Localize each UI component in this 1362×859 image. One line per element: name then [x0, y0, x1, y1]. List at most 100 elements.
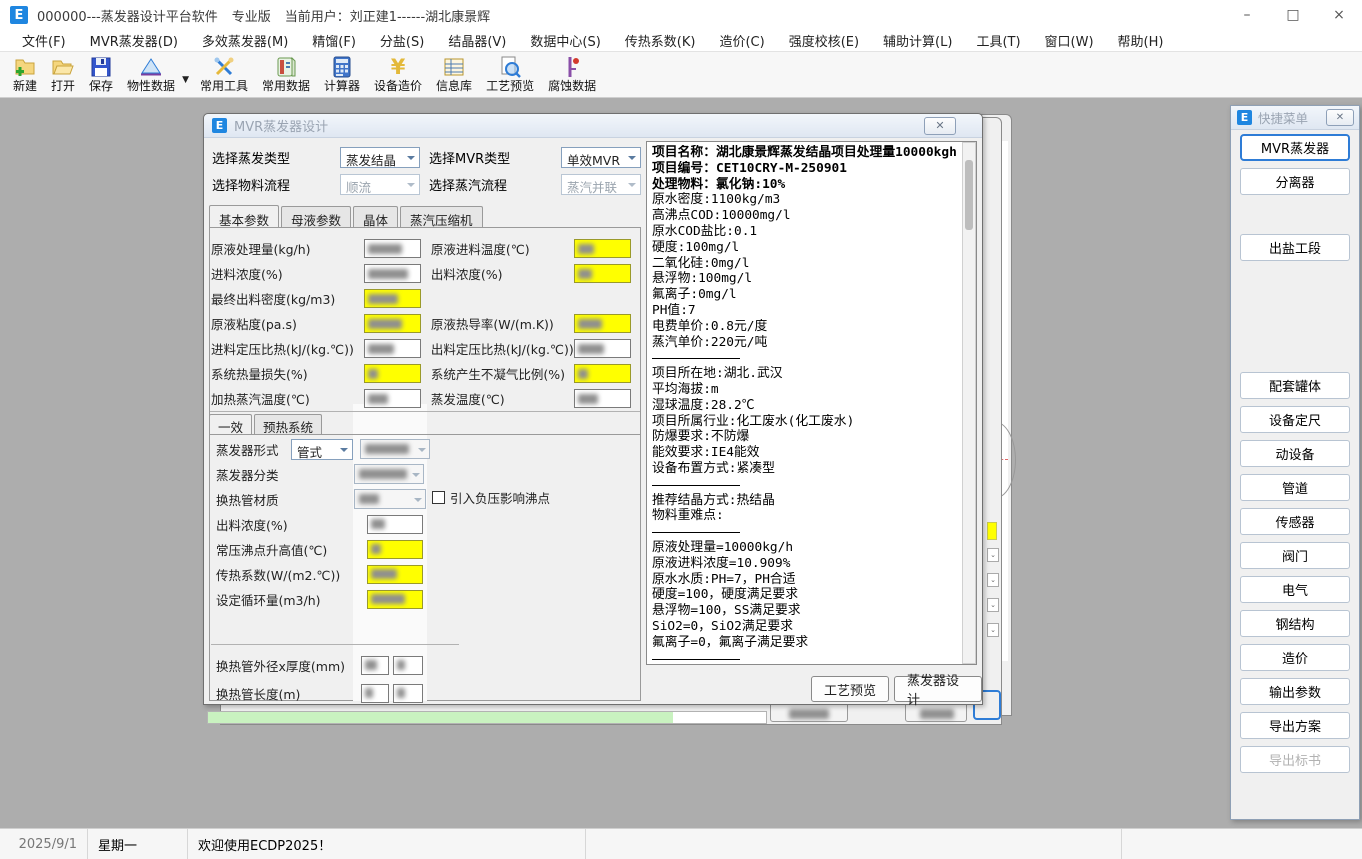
info-library-button[interactable]: 信息库 [429, 53, 479, 97]
param-input[interactable] [574, 314, 631, 333]
effect-tab[interactable]: 一效 [209, 414, 252, 434]
dialog-tab[interactable]: 晶体 [353, 206, 398, 228]
toolbar-label: 计算器 [324, 79, 360, 94]
quick-menu-title-bar[interactable]: E 快捷菜单 ✕ [1231, 106, 1359, 130]
info-line: 原水COD盐比:0.1 [652, 224, 974, 240]
open-button[interactable]: 打开 [44, 53, 82, 97]
quick-menu-button[interactable]: 钢结构 [1240, 610, 1350, 637]
param-input[interactable] [364, 339, 421, 358]
param-row: 最终出料密度(kg/m3) [211, 286, 421, 311]
steam-flow-select[interactable]: 蒸汽并联 [561, 174, 641, 195]
menu-item[interactable]: 结晶器(V) [436, 31, 518, 50]
maximize-button[interactable]: □ [1270, 7, 1316, 23]
new-button[interactable]: 新建 [6, 53, 44, 97]
tube-length-input-1[interactable] [361, 684, 389, 703]
param-input[interactable] [364, 389, 421, 408]
quick-menu-button[interactable]: 动设备 [1240, 440, 1350, 467]
evap-type-select[interactable]: 蒸发结晶 [340, 147, 420, 168]
menu-item[interactable]: 精馏(F) [300, 31, 368, 50]
tube-length-input-2[interactable] [393, 684, 423, 703]
info-line: 项目名称：湖北康景辉蒸发结晶项目处理量10000kgh [652, 145, 974, 161]
common-tools-button[interactable]: 常用工具 [193, 53, 255, 97]
htc-input[interactable] [367, 565, 423, 584]
menu-item[interactable]: 辅助计算(L) [871, 31, 964, 50]
corrosion-data-button[interactable]: 腐蚀数据 [541, 53, 603, 97]
property-data-button[interactable]: 物性数据 [120, 53, 182, 97]
effect-tab[interactable]: 预热系统 [254, 414, 322, 434]
outlet-conc-input[interactable] [367, 515, 423, 534]
menu-item[interactable]: 造价(C) [707, 31, 776, 50]
menu-item[interactable]: 窗口(W) [1033, 31, 1106, 50]
param-input[interactable] [574, 389, 631, 408]
param-input[interactable] [364, 314, 421, 333]
checkbox-icon[interactable] [432, 491, 445, 504]
dialog-tab[interactable]: 母液参数 [281, 206, 351, 228]
menu-item[interactable]: 传热系数(K) [613, 31, 708, 50]
menu-item[interactable]: 强度校核(E) [777, 31, 871, 50]
menu-item[interactable]: MVR蒸发器(D) [78, 31, 190, 50]
quick-menu-button[interactable]: 设备定尺 [1240, 406, 1350, 433]
save-button[interactable]: 保存 [82, 53, 120, 97]
menu-item[interactable]: 文件(F) [10, 31, 78, 50]
param-input[interactable] [574, 339, 631, 358]
dialog-close-button[interactable]: ✕ [924, 117, 956, 135]
param-input[interactable] [364, 264, 421, 283]
param-input[interactable] [574, 264, 631, 283]
quick-menu-button[interactable]: 导出标书 [1240, 746, 1350, 773]
menu-item[interactable]: 帮助(H) [1106, 31, 1176, 50]
dialog-tab[interactable]: 基本参数 [209, 205, 279, 228]
dialog-title-bar[interactable]: E MVR蒸发器设计 ✕ [204, 114, 982, 138]
param-input[interactable] [574, 364, 631, 383]
corrosion-data-icon [560, 55, 584, 79]
combo-fragment: ⌄ [987, 573, 999, 587]
quick-menu-button[interactable]: 配套罐体 [1240, 372, 1350, 399]
calculator-button[interactable]: 计算器 [317, 53, 367, 97]
close-button[interactable]: × [1316, 7, 1362, 23]
equipment-cost-button[interactable]: ¥ 设备造价 [367, 53, 429, 97]
evaporator-form-label: 蒸发器形式 [216, 440, 291, 459]
tube-od-input-1[interactable] [361, 656, 389, 675]
quick-menu-button[interactable]: 电气 [1240, 576, 1350, 603]
project-info-panel[interactable]: 项目名称：湖北康景辉蒸发结晶项目处理量10000kgh项目编号：CET10CRY… [646, 141, 977, 665]
quick-menu-button[interactable]: 导出方案 [1240, 712, 1350, 739]
info-line: 设备布置方式:紧凑型 [652, 461, 974, 477]
process-preview-dialog-button[interactable]: 工艺预览 [811, 676, 889, 702]
quick-menu-button[interactable]: 传感器 [1240, 508, 1350, 535]
property-data-dropdown-icon[interactable]: ▼ [182, 75, 189, 85]
evaporator-subform-select[interactable] [360, 439, 430, 459]
menu-item[interactable]: 数据中心(S) [518, 31, 612, 50]
mvr-type-select[interactable]: 单效MVR [561, 147, 641, 168]
param-input[interactable] [364, 289, 421, 308]
process-preview-button[interactable]: 工艺预览 [479, 53, 541, 97]
dialog-tab[interactable]: 蒸汽压缩机 [400, 206, 483, 228]
quick-menu-button[interactable]: 分离器 [1240, 168, 1350, 195]
quick-menu-button[interactable]: 输出参数 [1240, 678, 1350, 705]
bpe-input[interactable] [367, 540, 423, 559]
mvr-design-dialog: E MVR蒸发器设计 ✕ 选择蒸发类型 蒸发结晶 选择MVR类型 单效MVR 选… [203, 113, 983, 705]
info-scrollbar[interactable] [962, 142, 976, 664]
param-input[interactable] [574, 239, 631, 258]
quick-menu-button[interactable]: 管道 [1240, 474, 1350, 501]
menu-item[interactable]: 分盐(S) [368, 31, 436, 50]
scrollbar-thumb[interactable] [965, 160, 973, 230]
quick-menu-button[interactable]: 出盐工段 [1240, 234, 1350, 261]
evaporator-design-button[interactable]: 蒸发器设计 [894, 676, 982, 702]
quick-menu-button[interactable]: MVR蒸发器 [1240, 134, 1350, 161]
tube-od-input-2[interactable] [393, 656, 423, 675]
common-data-button[interactable]: 常用数据 [255, 53, 317, 97]
param-input[interactable] [364, 239, 421, 258]
param-input[interactable] [364, 364, 421, 383]
quick-menu-close-button[interactable]: ✕ [1326, 109, 1354, 126]
minimize-button[interactable]: – [1224, 7, 1270, 23]
circulation-input[interactable] [367, 590, 423, 609]
tube-material-select[interactable] [354, 489, 426, 509]
evaporator-class-select[interactable] [354, 464, 424, 484]
toolbar-label: 常用工具 [200, 79, 248, 94]
quick-menu-button[interactable]: 阀门 [1240, 542, 1350, 569]
menu-item[interactable]: 多效蒸发器(M) [190, 31, 300, 50]
evaporator-form-select[interactable]: 管式 [291, 439, 353, 460]
menu-item[interactable]: 工具(T) [964, 31, 1032, 50]
material-flow-select[interactable]: 顺流 [340, 174, 420, 195]
tube-material-label: 换热管材质 [216, 490, 354, 509]
quick-menu-button[interactable]: 造价 [1240, 644, 1350, 671]
